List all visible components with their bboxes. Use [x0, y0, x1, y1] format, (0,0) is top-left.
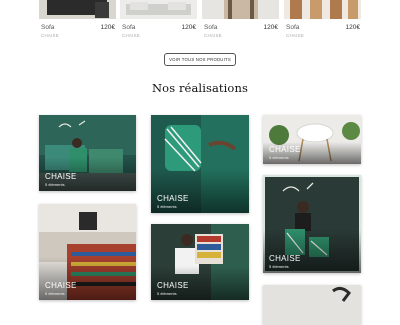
product-price: 120€	[181, 24, 196, 31]
product-category: CHAISE	[41, 33, 59, 38]
gallery-card[interactable]	[263, 285, 361, 325]
gallery-card-count: 5 éléments	[157, 291, 177, 296]
view-all-products-button[interactable]: VOIR TOUS NOS PRODUITS	[164, 53, 236, 66]
gallery-card-count: 5 éléments	[269, 155, 289, 160]
product-card[interactable]: Sofa 120€ CHAISE	[120, 0, 197, 38]
product-card[interactable]: Sofa 120€ CHAISE	[284, 0, 361, 38]
gallery-card[interactable]: CHAISE 5 éléments	[39, 115, 136, 191]
gallery-card-count: 5 éléments	[45, 291, 65, 296]
gallery-card-title: CHAISE	[269, 145, 301, 154]
product-name[interactable]: Sofa	[204, 24, 217, 31]
product-category: CHAISE	[204, 33, 222, 38]
product-card[interactable]: Sofa 120€ CHAISE	[202, 0, 279, 38]
gallery-card[interactable]: CHAISE 5 éléments	[151, 115, 249, 213]
product-category: CHAISE	[286, 33, 304, 38]
gallery-card[interactable]: CHAISE 5 éléments	[263, 115, 361, 164]
gallery-card-count: 5 éléments	[45, 182, 65, 187]
product-price: 120€	[263, 24, 278, 31]
gallery-card-title: CHAISE	[157, 194, 189, 203]
product-name[interactable]: Sofa	[122, 24, 135, 31]
gallery-card-count: 5 éléments	[269, 264, 289, 269]
product-name[interactable]: Sofa	[41, 24, 54, 31]
gallery-image	[263, 285, 361, 325]
product-image[interactable]	[284, 0, 361, 19]
product-card[interactable]: Sofa 120€ CHAISE	[39, 0, 116, 38]
section-title: Nos réalisations	[152, 81, 248, 95]
product-price: 120€	[100, 24, 115, 31]
product-image[interactable]	[202, 0, 279, 19]
product-category: CHAISE	[122, 33, 140, 38]
product-image[interactable]	[39, 0, 116, 19]
gallery-card-title: CHAISE	[157, 281, 189, 290]
gallery-card[interactable]: CHAISE 5 éléments	[151, 224, 249, 300]
product-name[interactable]: Sofa	[286, 24, 299, 31]
gallery-card-title: CHAISE	[45, 172, 77, 181]
gallery-card[interactable]: CHAISE 5 éléments	[39, 204, 136, 300]
gallery-card[interactable]: CHAISE 5 éléments	[263, 175, 361, 273]
gallery-card-title: CHAISE	[269, 254, 301, 263]
gallery-card-title: CHAISE	[45, 281, 77, 290]
gallery-card-count: 5 éléments	[157, 204, 177, 209]
product-image[interactable]	[120, 0, 197, 19]
product-price: 120€	[345, 24, 360, 31]
